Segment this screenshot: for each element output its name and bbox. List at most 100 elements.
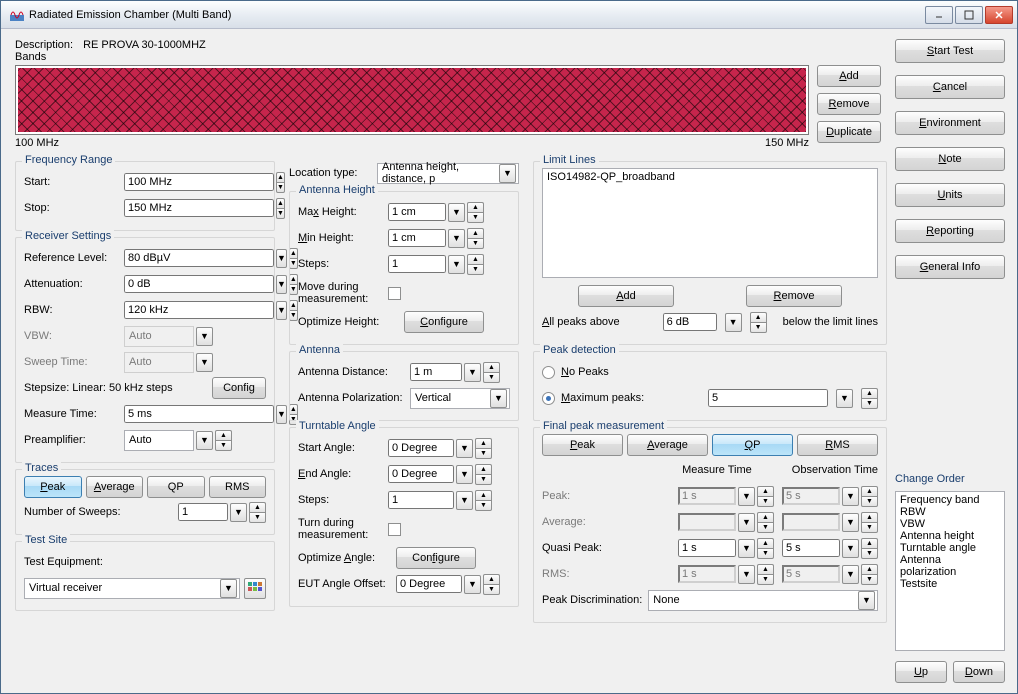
qp-meas-input[interactable] [678, 539, 736, 557]
dropdown-icon[interactable]: ▼ [276, 405, 287, 424]
spin-down[interactable]: ▼ [861, 398, 878, 409]
window-maximize-button[interactable] [955, 6, 983, 24]
antenna-distance-input[interactable] [410, 363, 462, 381]
final-peak-button[interactable]: Peak [542, 434, 623, 456]
dropdown-icon[interactable]: ▼ [738, 539, 755, 558]
angle-steps-input[interactable] [388, 491, 454, 509]
spin-up[interactable]: ▲ [861, 538, 878, 548]
move-during-checkbox[interactable] [388, 287, 401, 300]
all-peaks-input[interactable] [663, 313, 717, 331]
order-item[interactable]: VBW [900, 518, 1000, 530]
dropdown-icon[interactable]: ▼ [725, 313, 742, 332]
rbw-input[interactable] [124, 301, 274, 319]
dropdown-icon[interactable]: ▼ [456, 439, 473, 458]
spin-down[interactable]: ▼ [483, 584, 500, 595]
max-peaks-input[interactable] [708, 389, 828, 407]
dropdown-icon[interactable]: ▼ [276, 275, 287, 294]
eut-angle-offset-input[interactable] [396, 575, 462, 593]
location-type-value[interactable]: Antenna height, distance, p [382, 161, 497, 185]
spin-down[interactable]: ▼ [475, 500, 492, 511]
bands-add-button[interactable]: Add [817, 65, 881, 87]
spin-up[interactable]: ▲ [475, 438, 492, 448]
order-up-button[interactable]: Up [895, 661, 947, 683]
dropdown-icon[interactable]: ▼ [276, 301, 287, 320]
spin-up[interactable]: ▲ [475, 464, 492, 474]
optimize-angle-config-button[interactable]: Configure [396, 547, 476, 569]
dropdown-icon[interactable]: ▼ [858, 591, 875, 610]
start-test-button[interactable]: Start Test [895, 39, 1005, 63]
antenna-polarization-value[interactable]: Vertical [415, 392, 488, 404]
spin-up[interactable]: ▲ [750, 312, 767, 322]
spin-down[interactable]: ▼ [750, 322, 767, 333]
spin-down[interactable]: ▼ [483, 372, 500, 383]
spin-down[interactable]: ▼ [467, 212, 484, 223]
spin-down[interactable]: ▼ [276, 182, 285, 193]
sweeps-input[interactable] [178, 503, 228, 521]
traces-peak-button[interactable]: Peak [24, 476, 82, 498]
general-info-button[interactable]: General Info [895, 255, 1005, 279]
start-angle-input[interactable] [388, 439, 454, 457]
spin-down[interactable]: ▼ [757, 548, 774, 559]
spin-up[interactable]: ▲ [467, 254, 484, 264]
spin-down[interactable]: ▼ [249, 512, 266, 523]
change-order-list[interactable]: Frequency band RBW VBW Antenna height Tu… [895, 491, 1005, 651]
order-item[interactable]: Testsite [900, 578, 1000, 590]
spin-down[interactable]: ▼ [475, 448, 492, 459]
peak-discrimination-value[interactable]: None [653, 594, 856, 606]
height-steps-input[interactable] [388, 255, 446, 273]
traces-rms-button[interactable]: RMS [209, 476, 267, 498]
spin-up[interactable]: ▲ [276, 172, 285, 182]
limit-lines-list[interactable]: ISO14982-QP_broadband [542, 168, 878, 278]
spin-up[interactable]: ▲ [483, 574, 500, 584]
order-item[interactable]: RBW [900, 506, 1000, 518]
spin-down[interactable]: ▼ [861, 548, 878, 559]
dropdown-icon[interactable]: ▼ [456, 465, 473, 484]
equipment-browse-button[interactable] [244, 578, 266, 599]
spin-down[interactable]: ▼ [215, 440, 232, 451]
units-button[interactable]: Units [895, 183, 1005, 207]
order-item[interactable]: Turntable angle [900, 542, 1000, 554]
limit-line-item[interactable]: ISO14982-QP_broadband [547, 171, 873, 183]
reporting-button[interactable]: Reporting [895, 219, 1005, 243]
spin-up[interactable]: ▲ [483, 362, 500, 372]
stepsize-config-button[interactable]: Config [212, 377, 266, 399]
window-minimize-button[interactable] [925, 6, 953, 24]
dropdown-icon[interactable]: ▼ [448, 203, 465, 222]
order-item[interactable]: Antenna height [900, 530, 1000, 542]
atten-input[interactable] [124, 275, 274, 293]
ref-level-input[interactable] [124, 249, 274, 267]
qp-obs-input[interactable] [782, 539, 840, 557]
limit-remove-button[interactable]: Remove [746, 285, 842, 307]
spin-up[interactable]: ▲ [249, 502, 266, 512]
bands-chart[interactable] [15, 65, 809, 135]
dropdown-icon[interactable]: ▼ [464, 575, 481, 594]
dropdown-icon[interactable]: ▼ [448, 229, 465, 248]
spin-up[interactable]: ▲ [475, 490, 492, 500]
dropdown-icon[interactable]: ▼ [220, 579, 237, 598]
dropdown-icon[interactable]: ▼ [456, 491, 473, 510]
spin-up[interactable]: ▲ [467, 228, 484, 238]
final-qp-button[interactable]: QP [712, 434, 793, 456]
final-average-button[interactable]: Average [627, 434, 708, 456]
order-item[interactable]: Antenna polarization [900, 554, 1000, 578]
environment-button[interactable]: Environment [895, 111, 1005, 135]
max-height-input[interactable] [388, 203, 446, 221]
bands-duplicate-button[interactable]: Duplicate [817, 121, 881, 143]
dropdown-icon[interactable]: ▼ [230, 503, 247, 522]
dropdown-icon[interactable]: ▼ [464, 363, 481, 382]
spin-up[interactable]: ▲ [276, 198, 285, 208]
final-rms-button[interactable]: RMS [797, 434, 878, 456]
note-button[interactable]: Note [895, 147, 1005, 171]
traces-qp-button[interactable]: QP [147, 476, 205, 498]
dropdown-icon[interactable]: ▼ [490, 389, 507, 408]
spin-down[interactable]: ▼ [467, 238, 484, 249]
order-item[interactable]: Frequency band [900, 494, 1000, 506]
spin-up[interactable]: ▲ [467, 202, 484, 212]
test-equipment-value[interactable]: Virtual receiver [29, 582, 218, 594]
spin-up[interactable]: ▲ [215, 430, 232, 440]
bands-remove-button[interactable]: Remove [817, 93, 881, 115]
dropdown-icon[interactable]: ▼ [842, 539, 859, 558]
end-angle-input[interactable] [388, 465, 454, 483]
min-height-input[interactable] [388, 229, 446, 247]
cancel-button[interactable]: Cancel [895, 75, 1005, 99]
